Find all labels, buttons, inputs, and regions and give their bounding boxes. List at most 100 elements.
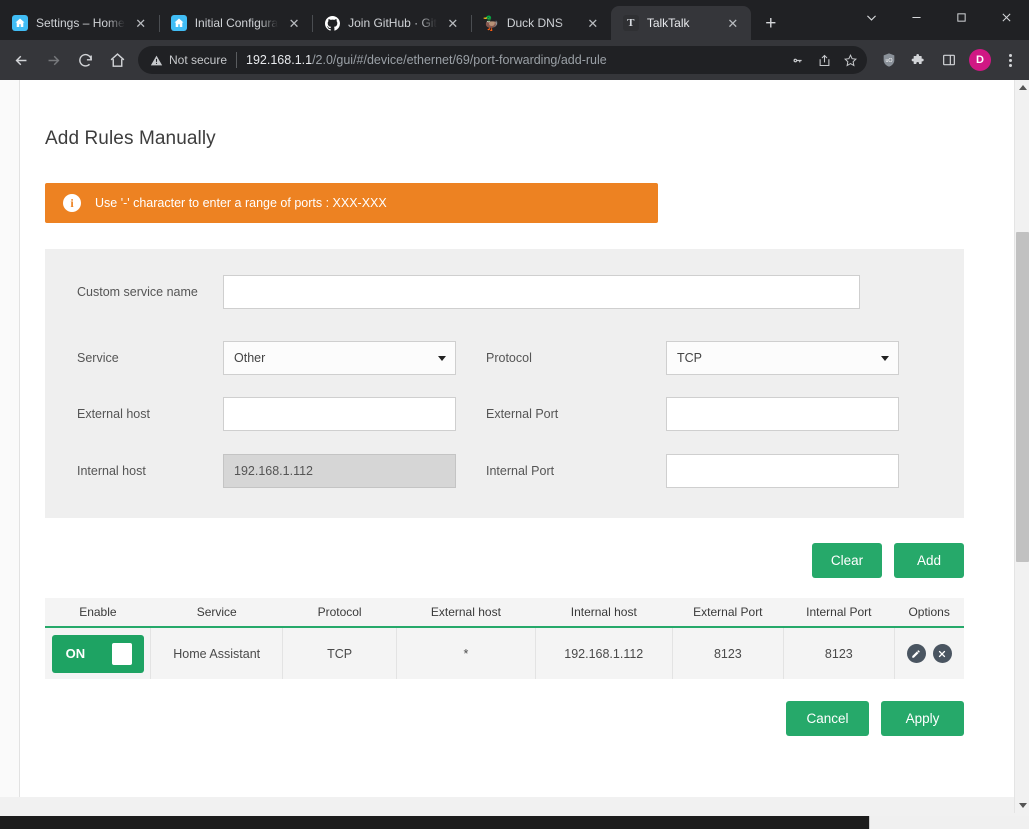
close-icon[interactable]: ✕ [725, 15, 741, 31]
protocol-label: Protocol [486, 351, 532, 365]
window-controls [849, 0, 1029, 34]
info-alert-text: Use '-' character to enter a range of po… [95, 196, 387, 210]
scroll-up-icon[interactable] [1015, 80, 1029, 95]
url-host: 192.168.1.1 [246, 53, 313, 67]
profile-avatar[interactable]: D [969, 49, 991, 71]
internal-host-input: 192.168.1.112 [223, 454, 456, 488]
back-icon[interactable] [6, 45, 36, 75]
external-port-label: External Port [486, 407, 559, 421]
tab-strip: Settings – Home ✕ Initial Configura ✕ Jo… [0, 0, 1029, 40]
cell-external-host: * [396, 627, 536, 679]
col-external-port: External Port [672, 598, 784, 628]
cell-options [894, 627, 964, 679]
close-icon[interactable]: ✕ [286, 15, 302, 31]
page-left-gutter [0, 80, 20, 813]
internal-port-input[interactable] [666, 454, 899, 488]
security-label: Not secure [169, 53, 228, 67]
svg-text:uO: uO [885, 58, 892, 64]
forward-icon[interactable] [38, 45, 68, 75]
browser-tab-5-active[interactable]: T TalkTalk ✕ [610, 6, 751, 40]
browser-tab-4[interactable]: 🦆 Duck DNS ✕ [470, 6, 611, 40]
vertical-scrollbar[interactable] [1014, 80, 1029, 813]
toggle-knob [111, 642, 132, 665]
page-actions: Cancel Apply [45, 701, 964, 736]
page-viewport: Add Rules Manually i Use '-' character t… [0, 80, 1029, 829]
external-port-input[interactable] [666, 397, 899, 431]
tab-search-icon[interactable] [849, 0, 894, 34]
cell-internal-port: 8123 [783, 627, 895, 679]
enable-toggle-label: ON [65, 646, 86, 661]
form-row-external: External host External Port [45, 397, 964, 431]
internal-port-label: Internal Port [486, 464, 555, 478]
browser-tab-3[interactable]: Join GitHub · Git ✕ [312, 6, 471, 40]
not-secure-indicator[interactable]: Not secure [150, 53, 227, 67]
url-text: 192.168.1.1/2.0/gui/#/device/ethernet/69… [246, 53, 785, 67]
form-row-internal: Internal host 192.168.1.112 Internal Por… [45, 454, 964, 488]
ublock-shield-icon[interactable]: uO [875, 45, 903, 75]
extensions-puzzle-icon[interactable] [905, 45, 933, 75]
form-row-service-protocol: Service Other Protocol TCP [45, 341, 964, 375]
clear-button[interactable]: Clear [812, 543, 882, 578]
cell-service: Home Assistant [150, 627, 284, 679]
home-assistant-icon [170, 15, 187, 31]
add-button[interactable]: Add [894, 543, 964, 578]
col-external-host: External host [396, 598, 536, 628]
close-icon[interactable]: ✕ [585, 15, 601, 31]
table-row: ON Home Assistant TCP * 192.168.1.112 81… [45, 627, 964, 679]
omnibox-divider [236, 52, 238, 68]
close-icon[interactable]: ✕ [445, 15, 461, 31]
row-options [895, 644, 964, 663]
page-title: Add Rules Manually [45, 128, 216, 149]
apply-button[interactable]: Apply [881, 701, 964, 736]
side-panel-icon[interactable] [935, 45, 963, 75]
form-row-custom-service-name: Custom service name [45, 275, 964, 309]
new-tab-button[interactable]: + [757, 9, 785, 37]
page-content: Add Rules Manually i Use '-' character t… [0, 80, 1014, 813]
add-rule-form: Custom service name Service Other Protoc… [45, 249, 964, 518]
browser-tab-label: Duck DNS [506, 16, 563, 30]
custom-service-name-label: Custom service name [77, 285, 198, 299]
minimize-icon[interactable] [894, 0, 939, 34]
form-actions: Clear Add [45, 543, 964, 578]
cell-protocol: TCP [282, 627, 398, 679]
browser-tab-label: Join GitHub · Git [348, 16, 437, 30]
info-icon: i [63, 194, 81, 212]
reload-icon[interactable] [70, 45, 100, 75]
enable-toggle[interactable]: ON [51, 634, 144, 673]
maximize-icon[interactable] [939, 0, 984, 34]
home-icon[interactable] [102, 45, 132, 75]
edit-icon[interactable] [906, 644, 926, 663]
password-key-icon[interactable] [785, 47, 811, 73]
browser-tab-1[interactable]: Settings – Home ✕ [0, 6, 159, 40]
close-icon[interactable]: ✕ [133, 15, 149, 31]
horizontal-scroll-strip [0, 797, 1014, 813]
service-select[interactable]: Other [223, 341, 456, 375]
bookmark-star-icon[interactable] [837, 47, 863, 73]
warning-icon [150, 55, 163, 65]
col-internal-port: Internal Port [783, 598, 895, 628]
chevron-down-icon [438, 356, 446, 361]
github-icon [324, 15, 340, 31]
cell-enable: ON [45, 627, 152, 679]
cancel-button[interactable]: Cancel [786, 701, 869, 736]
browser-toolbar: Not secure 192.168.1.1/2.0/gui/#/device/… [0, 40, 1029, 80]
browser-tab-label: Settings – Home [36, 16, 125, 30]
scroll-down-icon[interactable] [1015, 798, 1029, 813]
info-alert: i Use '-' character to enter a range of … [45, 183, 658, 223]
custom-service-name-input[interactable] [223, 275, 860, 309]
scrollbar-thumb[interactable] [1016, 232, 1029, 562]
content-card: Add Rules Manually i Use '-' character t… [21, 80, 993, 813]
share-icon[interactable] [811, 47, 837, 73]
browser-tab-2[interactable]: Initial Configura ✕ [158, 6, 312, 40]
browser-tab-label: Initial Configura [194, 16, 279, 30]
close-window-icon[interactable] [984, 0, 1029, 34]
external-host-input[interactable] [223, 397, 456, 431]
cell-internal-host: 192.168.1.112 [535, 627, 673, 679]
chrome-menu-icon[interactable] [997, 45, 1023, 75]
url-path: /2.0/gui/#/device/ethernet/69/port-forwa… [312, 53, 607, 67]
address-bar[interactable]: Not secure 192.168.1.1/2.0/gui/#/device/… [138, 46, 867, 74]
taskbar [0, 816, 1029, 829]
cell-external-port: 8123 [672, 627, 784, 679]
delete-icon[interactable] [932, 644, 952, 663]
protocol-select[interactable]: TCP [666, 341, 899, 375]
